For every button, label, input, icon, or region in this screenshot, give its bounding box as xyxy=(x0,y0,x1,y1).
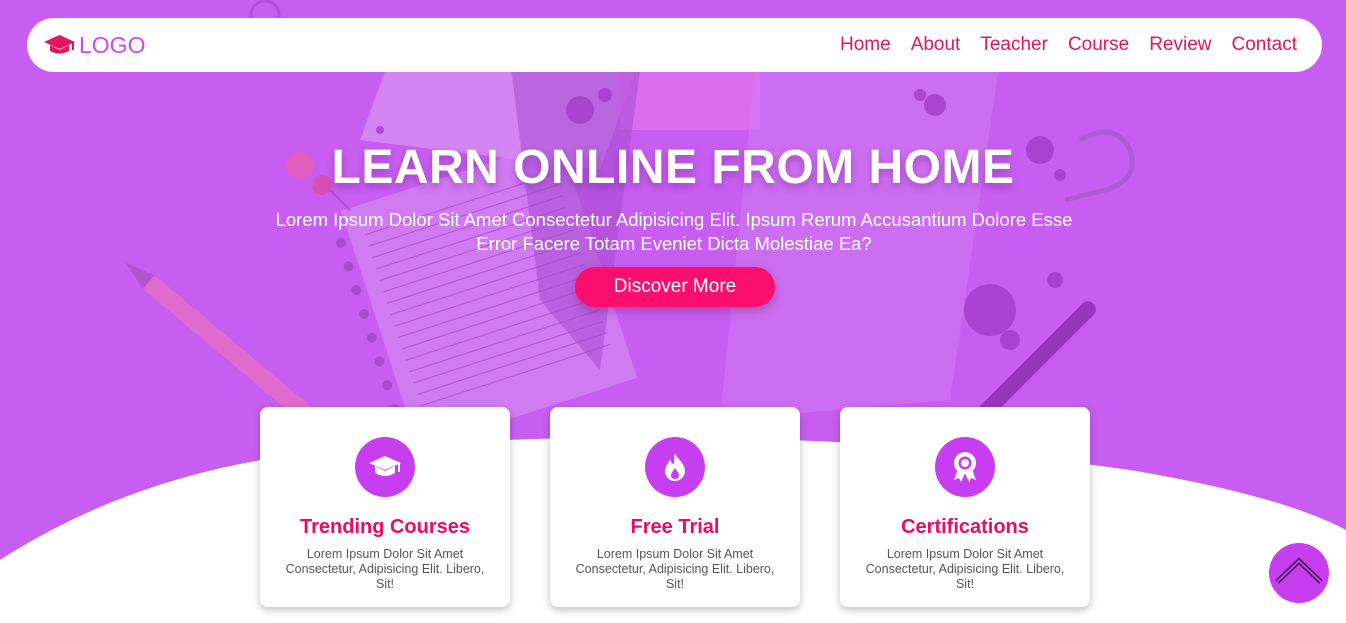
card-text: Lorem Ipsum Dolor Sit Amet Consectetur, … xyxy=(865,547,1065,591)
feature-card-free-trial: Free Trial Lorem Ipsum Dolor Sit Amet Co… xyxy=(550,407,800,607)
nav-link-about[interactable]: About xyxy=(911,34,961,56)
nav-link-course[interactable]: Course xyxy=(1068,34,1129,56)
nav-link-contact[interactable]: Contact xyxy=(1232,34,1297,56)
nav-links: Home About Teacher Course Review Contact xyxy=(840,34,1297,56)
chevron-up-icon xyxy=(1275,556,1323,591)
graduation-cap-icon xyxy=(355,437,415,497)
nav-link-teacher[interactable]: Teacher xyxy=(980,34,1048,56)
card-title: Certifications xyxy=(901,516,1029,538)
hero-subtitle: Lorem Ipsum Dolor Sit Amet Consectetur A… xyxy=(275,209,1073,254)
scroll-to-top-button[interactable] xyxy=(1269,543,1329,603)
nav-link-home[interactable]: Home xyxy=(840,34,891,56)
fire-icon xyxy=(645,437,705,497)
card-text: Lorem Ipsum Dolor Sit Amet Consectetur, … xyxy=(575,547,775,591)
graduation-cap-icon xyxy=(44,34,75,56)
logo-text: LOGO xyxy=(79,31,146,58)
discover-more-button[interactable]: Discover More xyxy=(575,267,775,307)
card-text: Lorem Ipsum Dolor Sit Amet Consectetur, … xyxy=(285,547,485,591)
card-title: Free Trial xyxy=(630,516,720,538)
navbar: LOGO Home About Teacher Course Review Co… xyxy=(27,18,1322,72)
card-title: Trending Courses xyxy=(299,516,471,538)
logo[interactable]: LOGO xyxy=(44,32,145,59)
feature-card-trending-courses: Trending Courses Lorem Ipsum Dolor Sit A… xyxy=(260,407,510,607)
award-icon xyxy=(935,437,995,497)
nav-link-review[interactable]: Review xyxy=(1149,34,1211,56)
hero-title: LEARN ONLINE FROM HOME xyxy=(331,141,1015,194)
feature-card-certifications: Certifications Lorem Ipsum Dolor Sit Ame… xyxy=(840,407,1090,607)
